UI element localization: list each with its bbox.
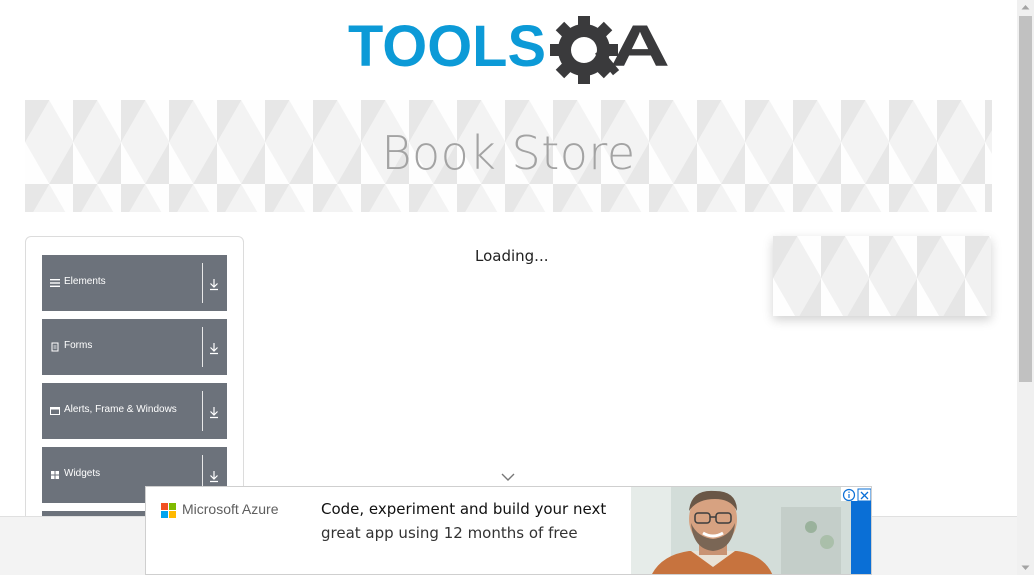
microsoft-logo-icon — [161, 503, 177, 519]
hamburger-icon — [50, 278, 60, 288]
loading-text: Loading... — [475, 247, 549, 265]
page-title: Book Store — [381, 126, 636, 180]
gear-icon — [550, 16, 620, 84]
window-icon — [50, 406, 60, 416]
ad-subline: great app using 12 months of free — [321, 524, 578, 542]
info-icon — [842, 488, 856, 502]
sidebar-item-elements[interactable]: Elements — [42, 255, 227, 311]
download-arrow-icon[interactable] — [208, 404, 220, 419]
sidebar-item-alerts-frame-windows[interactable]: Alerts, Frame & Windows — [42, 383, 227, 439]
divider — [202, 263, 203, 303]
download-arrow-icon[interactable] — [208, 276, 220, 291]
ad-choices[interactable] — [841, 487, 871, 502]
sidebar-item-label: Forms — [64, 340, 93, 351]
vertical-scrollbar[interactable] — [1017, 0, 1034, 575]
ad-headline: Code, experiment and build your next — [321, 500, 607, 518]
ad-brand: Microsoft Azure — [182, 501, 279, 517]
ad-person-photo — [631, 487, 851, 574]
scroll-down-arrow-icon[interactable] — [1021, 565, 1030, 571]
logo-tools-text: TOOLS — [348, 14, 546, 79]
download-arrow-icon[interactable] — [208, 468, 220, 483]
page-banner: Book Store — [25, 100, 992, 212]
close-icon — [857, 488, 871, 502]
divider — [202, 391, 203, 431]
ad-placeholder — [773, 236, 991, 316]
sidebar-item-label: Widgets — [64, 468, 101, 479]
document-icon — [50, 342, 60, 352]
scrollbar-thumb[interactable] — [1019, 16, 1032, 382]
sidebar-item-label: Alerts, Frame & Windows — [64, 404, 177, 415]
toolsqa-logo[interactable]: TOOLS A — [348, 14, 672, 92]
grid-icon — [50, 470, 60, 480]
scroll-up-arrow-icon[interactable] — [1021, 4, 1030, 10]
sidebar-item-forms[interactable]: Forms — [42, 319, 227, 375]
page: TOOLS A Book Store Elements Forms Alerts… — [0, 0, 1017, 575]
chevron-down-icon[interactable] — [500, 472, 516, 482]
bottom-ad-banner[interactable]: Microsoft Azure Code, experiment and bui… — [145, 486, 872, 575]
divider — [202, 327, 203, 367]
download-arrow-icon[interactable] — [208, 340, 220, 355]
svg-text:A: A — [610, 14, 670, 79]
ad-accent-bar — [851, 501, 871, 574]
sidebar-item-label: Elements — [64, 276, 106, 287]
